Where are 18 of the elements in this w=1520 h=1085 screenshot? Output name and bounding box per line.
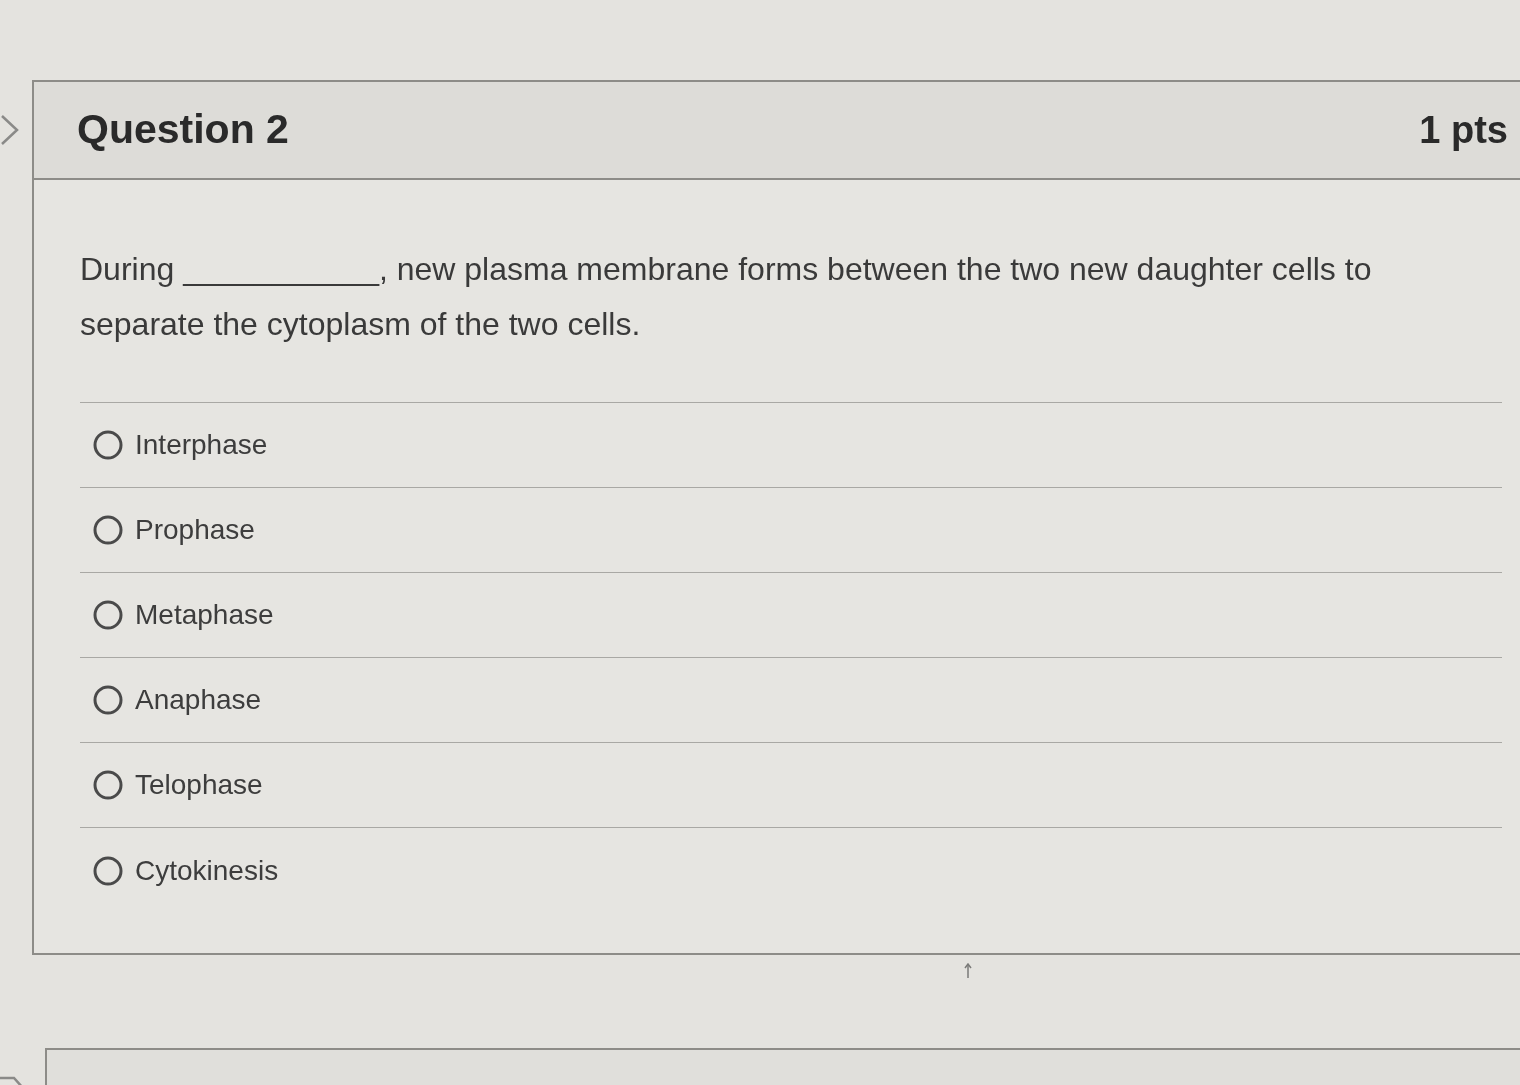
flag-icon[interactable] — [0, 1076, 24, 1085]
answer-label[interactable]: Cytokinesis — [135, 849, 279, 892]
radio-button[interactable] — [93, 685, 123, 715]
answer-label[interactable]: Metaphase — [135, 594, 274, 636]
radio-button[interactable] — [93, 515, 123, 545]
answer-label[interactable]: Anaphase — [135, 679, 262, 721]
radio-button[interactable] — [93, 430, 123, 460]
arrow-up-icon — [964, 963, 972, 979]
chevron-right-icon[interactable] — [0, 114, 20, 146]
radio-button[interactable] — [93, 855, 123, 886]
answer-label[interactable]: Prophase — [135, 509, 255, 551]
points-label: 1 pts — [1419, 107, 1508, 153]
answer-label[interactable]: Interphase — [135, 424, 268, 466]
answer-label[interactable]: Telophase — [135, 764, 263, 806]
radio-button[interactable] — [93, 770, 123, 800]
question-text: During ___________, new plasma membrane forms between the two new daughter cells to separate the cytoplasm of the two cells. — [80, 250, 1373, 344]
question-title: Question 2 — [77, 105, 289, 155]
radio-button[interactable] — [93, 600, 123, 630]
